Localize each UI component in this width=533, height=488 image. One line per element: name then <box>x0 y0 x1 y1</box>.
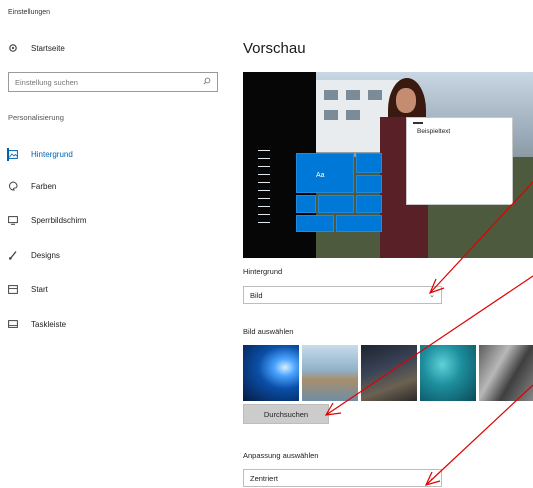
sidebar-item-label: Sperrbildschirm <box>31 215 87 225</box>
thumbnail-image[interactable] <box>361 345 417 401</box>
background-label: Hintergrund <box>243 267 283 276</box>
thumbnail-image[interactable] <box>479 345 533 401</box>
fit-dropdown-value: Zentriert <box>250 473 278 483</box>
start-tile <box>296 153 354 193</box>
sidebar-item-lockscreen[interactable]: Sperrbildschirm <box>8 215 87 225</box>
choose-picture-label: Bild auswählen <box>243 327 294 336</box>
thumbnail-image[interactable] <box>302 345 358 401</box>
sample-window-text: Beispieltext <box>417 128 451 135</box>
sidebar-item-label: Farben <box>31 181 57 191</box>
gear-icon <box>8 43 18 53</box>
fit-dropdown[interactable]: Zentriert ⌄ <box>243 469 442 487</box>
thumbnail-image[interactable] <box>420 345 476 401</box>
section-label-personalization: Personalisierung <box>8 113 64 122</box>
brush-icon <box>8 250 18 260</box>
sidebar-item-label: Hintergrund <box>31 149 73 159</box>
start-tile <box>296 195 316 213</box>
picture-icon <box>8 149 18 159</box>
tile-text: Aa <box>316 172 325 179</box>
sidebar-item-colors[interactable]: Farben <box>8 181 56 191</box>
palette-icon <box>8 181 18 191</box>
picture-thumbnails <box>243 345 533 401</box>
sidebar-item-label: Taskleiste <box>31 319 67 329</box>
start-tile <box>296 215 334 232</box>
start-tile <box>356 175 382 193</box>
search-icon[interactable] <box>203 77 211 87</box>
start-list-strip <box>258 150 270 230</box>
settings-search[interactable] <box>8 72 218 92</box>
sidebar-item-designs[interactable]: Designs <box>8 250 60 260</box>
start-tile <box>336 215 382 232</box>
sidebar-item-label: Designs <box>31 250 60 260</box>
page-title: Vorschau <box>243 40 306 57</box>
start-tile <box>356 153 382 173</box>
search-input[interactable] <box>15 77 203 87</box>
chevron-down-icon: ⌄ <box>429 475 435 482</box>
sidebar-item-background[interactable]: Hintergrund <box>8 149 73 159</box>
lockscreen-icon <box>8 215 18 225</box>
home-label: Startseite <box>31 43 65 53</box>
home-link[interactable]: Startseite <box>8 43 65 53</box>
sidebar-item-taskbar[interactable]: Taskleiste <box>8 319 66 329</box>
start-tile <box>356 195 382 213</box>
background-dropdown[interactable]: Bild ⌄ <box>243 286 442 304</box>
sample-window: Beispieltext <box>406 117 513 205</box>
start-tile <box>318 195 354 213</box>
taskbar-icon <box>8 319 18 329</box>
fit-label: Anpassung auswählen <box>243 451 319 460</box>
background-dropdown-value: Bild <box>250 290 263 300</box>
browse-button[interactable]: Durchsuchen <box>243 404 329 424</box>
sidebar-item-label: Start <box>31 284 48 294</box>
chevron-down-icon: ⌄ <box>429 292 435 299</box>
sidebar-item-start[interactable]: Start <box>8 284 48 294</box>
start-icon <box>8 284 18 294</box>
window-title: Einstellungen <box>8 9 51 16</box>
thumbnail-image[interactable] <box>243 345 299 401</box>
